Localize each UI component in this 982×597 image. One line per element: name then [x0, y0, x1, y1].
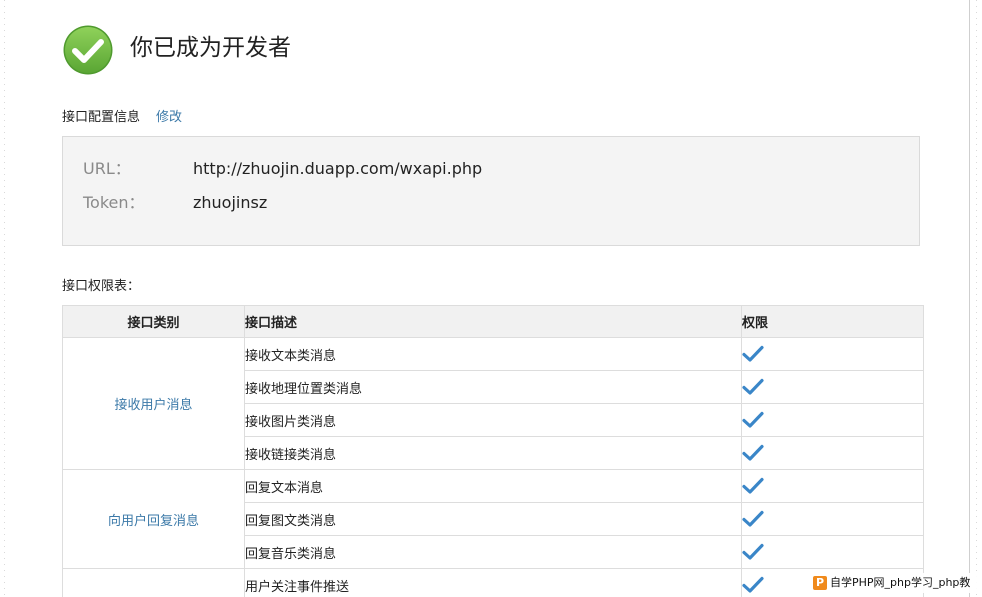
edit-config-link[interactable]: 修改: [156, 108, 182, 128]
interface-description: 接收链接类消息: [244, 436, 742, 470]
left-margin-decoration: [0, 0, 10, 597]
permissions-table-body: 接收用户消息 接收文本类消息 接收地理位置类消息 接收图片类消息 接收链接类消息 向用户回…: [62, 337, 924, 597]
permission-cell: [741, 469, 924, 503]
config-section-label: 接口配置信息: [62, 110, 141, 125]
permission-cell: [741, 535, 924, 569]
checkmark-icon: [742, 543, 764, 560]
interface-description: 回复音乐类消息: [244, 535, 742, 569]
page: 你已成为开发者 接口配置信息 修改 URL： http://zhuojin.du…: [0, 0, 982, 597]
table-row: 接收用户消息 接收文本类消息: [62, 337, 924, 470]
interface-description: 接收文本类消息: [244, 337, 742, 371]
token-value: zhuojinsz: [193, 193, 268, 212]
right-margin-decoration: [970, 0, 982, 597]
checkmark-icon: [742, 411, 764, 428]
checkmark-icon: [742, 576, 764, 593]
category-link[interactable]: 向用户回复消息: [62, 469, 245, 569]
permission-cell: [741, 403, 924, 437]
watermark-text: 自学PHP网_php学习_php教: [830, 576, 971, 589]
category-link[interactable]: 接收用户消息: [62, 337, 245, 470]
permission-cell: [741, 436, 924, 470]
checkmark-icon: [742, 378, 764, 395]
header-description: 接口描述: [244, 305, 742, 338]
permission-cell: [741, 337, 924, 371]
permissions-table: 接口类别 接口描述 权限 接收用户消息 接收文本类消息 接收地理位置类消息 接收图片类…: [62, 305, 924, 597]
site-watermark: P 自学PHP网_php学习_php教: [810, 573, 977, 593]
url-value: http://zhuojin.duapp.com/wxapi.php: [193, 159, 483, 178]
permission-cell: [741, 502, 924, 536]
interface-description: 回复文本消息: [244, 469, 742, 503]
check-circle-icon: [63, 25, 113, 75]
table-row: 用户关注事件推送: [62, 568, 924, 597]
table-row: 向用户回复消息 回复文本消息: [62, 469, 924, 569]
url-key: URL：: [83, 159, 131, 178]
checkmark-icon: [742, 345, 764, 362]
table-header-row: 接口类别 接口描述 权限: [62, 305, 924, 338]
checkmark-icon: [742, 444, 764, 461]
permissions-section-label: 接口权限表：: [62, 279, 141, 294]
interface-description: 接收地理位置类消息: [244, 370, 742, 404]
interface-description: 接收图片类消息: [244, 403, 742, 437]
token-key: Token：: [83, 193, 145, 212]
interface-description: 用户关注事件推送: [244, 568, 742, 597]
success-title: 你已成为开发者: [130, 35, 291, 61]
checkmark-icon: [742, 477, 764, 494]
interface-description: 回复图文类消息: [244, 502, 742, 536]
category-link: [62, 568, 245, 597]
config-info-box: URL： http://zhuojin.duapp.com/wxapi.php …: [62, 136, 920, 246]
header-permission: 权限: [741, 305, 924, 338]
permission-cell: [741, 370, 924, 404]
header-category: 接口类别: [62, 305, 245, 338]
watermark-logo-icon: P: [813, 576, 827, 590]
checkmark-icon: [742, 510, 764, 527]
